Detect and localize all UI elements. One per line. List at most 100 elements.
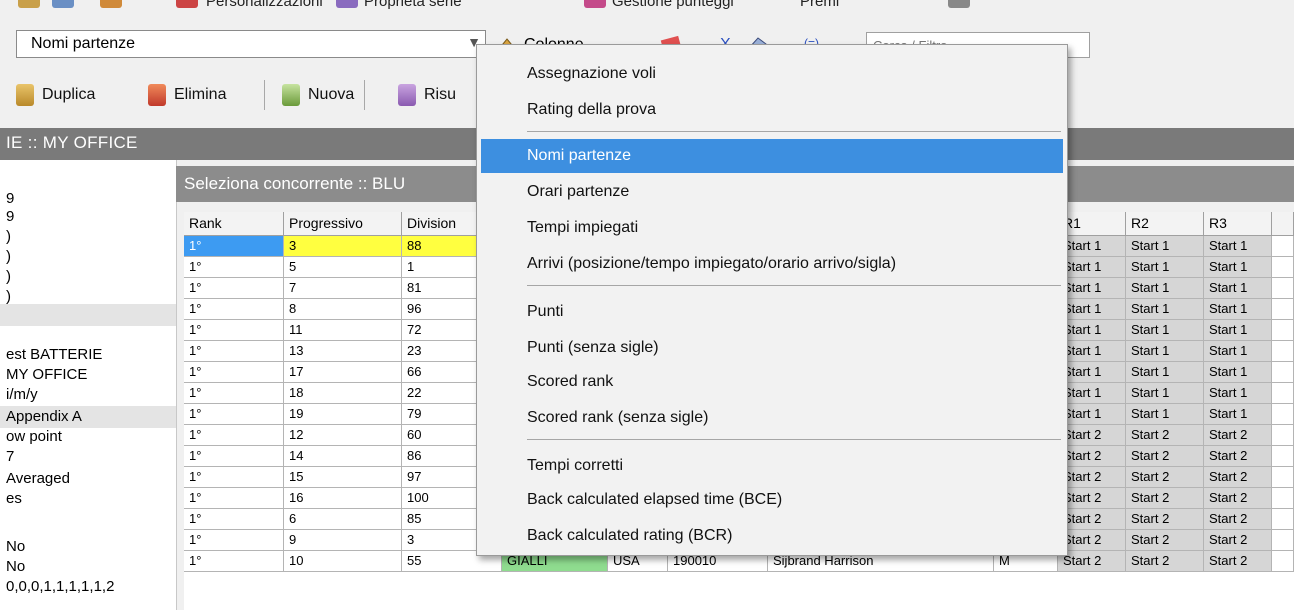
panel-value[interactable]: Averaged xyxy=(6,470,70,487)
cell-r3[interactable]: Start 2 xyxy=(1204,551,1272,572)
menu-item-bce[interactable]: Back calculated elapsed time (BCE) xyxy=(481,483,1063,517)
cell-r3[interactable]: Start 2 xyxy=(1204,488,1272,509)
cell-r1[interactable]: Start 1 xyxy=(1058,320,1126,341)
cell-extra[interactable] xyxy=(1272,320,1294,341)
panel-value[interactable]: est BATTERIE xyxy=(6,346,102,363)
cell-extra[interactable] xyxy=(1272,425,1294,446)
cell-rank[interactable]: 1° xyxy=(184,257,284,278)
cell-r1[interactable]: Start 2 xyxy=(1058,551,1126,572)
col-header-r1[interactable]: R1 xyxy=(1058,212,1126,236)
cell-r3[interactable]: Start 1 xyxy=(1204,278,1272,299)
cell-r3[interactable]: Start 1 xyxy=(1204,341,1272,362)
cell-rank[interactable]: 1° xyxy=(184,509,284,530)
series-properties-icon[interactable] xyxy=(336,0,358,8)
tool-icon-2[interactable] xyxy=(52,0,74,8)
cell-r1[interactable]: Start 2 xyxy=(1058,509,1126,530)
menu-item-bcr[interactable]: Back calculated rating (BCR) xyxy=(481,519,1063,553)
delete-button[interactable]: Elimina xyxy=(148,80,226,110)
col-header-progressivo[interactable]: Progressivo xyxy=(284,212,402,236)
cell-r1[interactable]: Start 2 xyxy=(1058,467,1126,488)
cell-r1[interactable]: Start 1 xyxy=(1058,362,1126,383)
cell-rank[interactable]: 1° xyxy=(184,446,284,467)
cell-progressivo[interactable]: 15 xyxy=(284,467,402,488)
tool-icon-1[interactable] xyxy=(18,0,40,8)
cell-r2[interactable]: Start 1 xyxy=(1126,341,1204,362)
cell-extra[interactable] xyxy=(1272,341,1294,362)
cell-extra[interactable] xyxy=(1272,446,1294,467)
cell-progressivo[interactable]: 18 xyxy=(284,383,402,404)
panel-value[interactable]: Appendix A xyxy=(6,408,82,425)
cell-r2[interactable]: Start 1 xyxy=(1126,278,1204,299)
customize-menu[interactable]: Personalizzazioni xyxy=(206,0,323,10)
col-header-r3[interactable]: R3 xyxy=(1204,212,1272,236)
cell-r1[interactable]: Start 1 xyxy=(1058,341,1126,362)
cell-r3[interactable]: Start 1 xyxy=(1204,383,1272,404)
cell-progressivo[interactable]: 9 xyxy=(284,530,402,551)
cell-extra[interactable] xyxy=(1272,530,1294,551)
cell-progressivo[interactable]: 16 xyxy=(284,488,402,509)
menu-item-punti-senza-sigle[interactable]: Punti (senza sigle) xyxy=(481,331,1063,365)
extra-icon[interactable] xyxy=(948,0,970,8)
panel-value[interactable]: MY OFFICE xyxy=(6,366,87,383)
cell-r3[interactable]: Start 1 xyxy=(1204,257,1272,278)
cell-rank[interactable]: 1° xyxy=(184,362,284,383)
cell-rank[interactable]: 1° xyxy=(184,278,284,299)
scoring-menu[interactable]: Gestione punteggi xyxy=(612,0,734,10)
cell-r1[interactable]: Start 1 xyxy=(1058,404,1126,425)
cell-extra[interactable] xyxy=(1272,299,1294,320)
cell-extra[interactable] xyxy=(1272,383,1294,404)
menu-item-assegnazione-voli[interactable]: Assegnazione voli xyxy=(481,57,1063,91)
cell-r3[interactable]: Start 2 xyxy=(1204,446,1272,467)
cell-r3[interactable]: Start 1 xyxy=(1204,320,1272,341)
results-button[interactable]: Risu xyxy=(398,80,456,110)
cell-r3[interactable]: Start 2 xyxy=(1204,530,1272,551)
cell-r1[interactable]: Start 1 xyxy=(1058,299,1126,320)
cell-r1[interactable]: Start 1 xyxy=(1058,383,1126,404)
cell-progressivo[interactable]: 17 xyxy=(284,362,402,383)
cell-progressivo[interactable]: 19 xyxy=(284,404,402,425)
panel-value[interactable]: ow point xyxy=(6,428,62,445)
cell-r1[interactable]: Start 2 xyxy=(1058,425,1126,446)
cell-extra[interactable] xyxy=(1272,467,1294,488)
cell-r1[interactable]: Start 1 xyxy=(1058,236,1126,257)
view-select[interactable]: Nomi partenze ▼ xyxy=(16,30,486,58)
new-button[interactable]: Nuova xyxy=(282,80,354,110)
cell-r3[interactable]: Start 2 xyxy=(1204,509,1272,530)
cell-progressivo[interactable]: 11 xyxy=(284,320,402,341)
cell-extra[interactable] xyxy=(1272,509,1294,530)
scoring-icon[interactable] xyxy=(584,0,606,8)
cell-r3[interactable]: Start 1 xyxy=(1204,404,1272,425)
prizes-menu[interactable]: Premi xyxy=(800,0,839,10)
menu-item-nomi-partenze[interactable]: Nomi partenze xyxy=(481,139,1063,173)
cell-rank[interactable]: 1° xyxy=(184,299,284,320)
cell-rank[interactable]: 1° xyxy=(184,425,284,446)
cell-r2[interactable]: Start 2 xyxy=(1126,530,1204,551)
panel-value[interactable]: No xyxy=(6,558,25,575)
cell-r2[interactable]: Start 1 xyxy=(1126,299,1204,320)
cell-r3[interactable]: Start 2 xyxy=(1204,467,1272,488)
menu-item-scored-rank[interactable]: Scored rank xyxy=(481,365,1063,399)
cell-r3[interactable]: Start 1 xyxy=(1204,362,1272,383)
cell-r2[interactable]: Start 1 xyxy=(1126,320,1204,341)
cell-extra[interactable] xyxy=(1272,488,1294,509)
cell-rank[interactable]: 1° xyxy=(184,341,284,362)
cell-extra[interactable] xyxy=(1272,236,1294,257)
col-header-r2[interactable]: R2 xyxy=(1126,212,1204,236)
cell-rank[interactable]: 1° xyxy=(184,404,284,425)
cell-r2[interactable]: Start 1 xyxy=(1126,236,1204,257)
panel-value[interactable]: 7 xyxy=(6,448,14,465)
cell-rank[interactable]: 1° xyxy=(184,236,284,257)
menu-item-orari-partenze[interactable]: Orari partenze xyxy=(481,175,1063,209)
cell-r2[interactable]: Start 2 xyxy=(1126,467,1204,488)
cell-progressivo[interactable]: 10 xyxy=(284,551,402,572)
menu-item-scored-rank-senza-sigle[interactable]: Scored rank (senza sigle) xyxy=(481,401,1063,435)
panel-value[interactable]: 0,0,0,1,1,1,1,1,2 xyxy=(6,578,114,595)
menu-item-tempi-corretti[interactable]: Tempi corretti xyxy=(481,449,1063,483)
cell-r3[interactable]: Start 1 xyxy=(1204,299,1272,320)
cell-r2[interactable]: Start 2 xyxy=(1126,446,1204,467)
cell-r1[interactable]: Start 1 xyxy=(1058,278,1126,299)
cell-r2[interactable]: Start 1 xyxy=(1126,362,1204,383)
cell-progressivo[interactable]: 6 xyxy=(284,509,402,530)
cell-extra[interactable] xyxy=(1272,257,1294,278)
cell-progressivo[interactable]: 8 xyxy=(284,299,402,320)
